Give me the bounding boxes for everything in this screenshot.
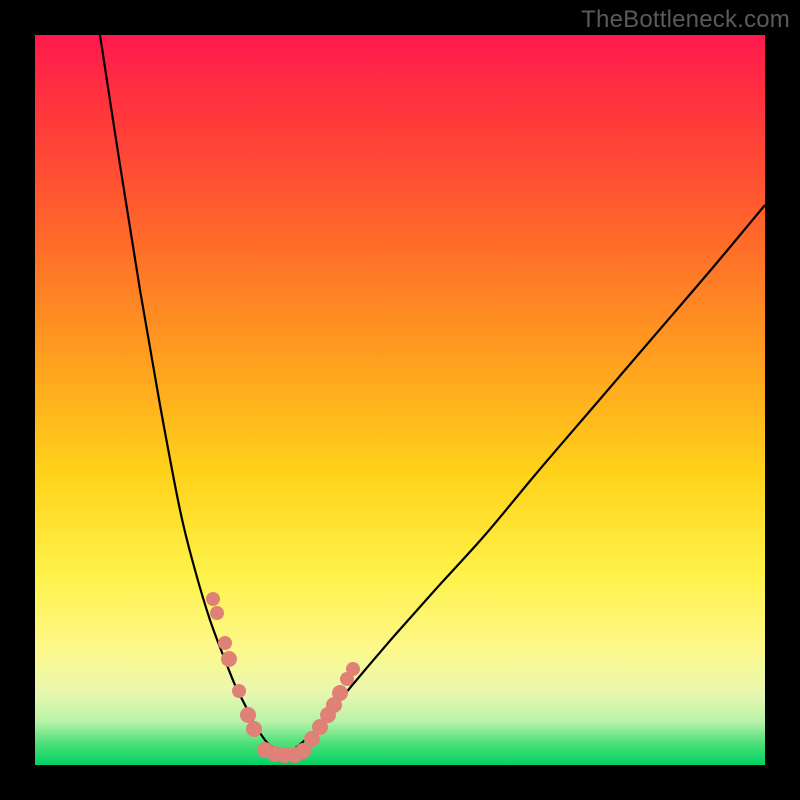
bead-left-6 [246, 721, 262, 737]
beads-right-group [304, 662, 360, 747]
beads-left-group [206, 592, 262, 737]
plot-area [35, 35, 765, 765]
left-curve [100, 35, 275, 750]
bead-left-2 [218, 636, 232, 650]
chart-svg [35, 35, 765, 765]
right-curve [293, 205, 765, 750]
beads-bottom-group [257, 742, 311, 763]
bead-right-1 [340, 672, 354, 686]
bead-left-1 [210, 606, 224, 620]
watermark-text: TheBottleneck.com [581, 6, 790, 34]
bead-left-0 [206, 592, 220, 606]
chart-frame: TheBottleneck.com [0, 0, 800, 800]
bead-left-5 [240, 707, 256, 723]
bead-left-3 [221, 651, 237, 667]
bead-bottom-4 [295, 743, 311, 759]
bead-left-4 [232, 684, 246, 698]
